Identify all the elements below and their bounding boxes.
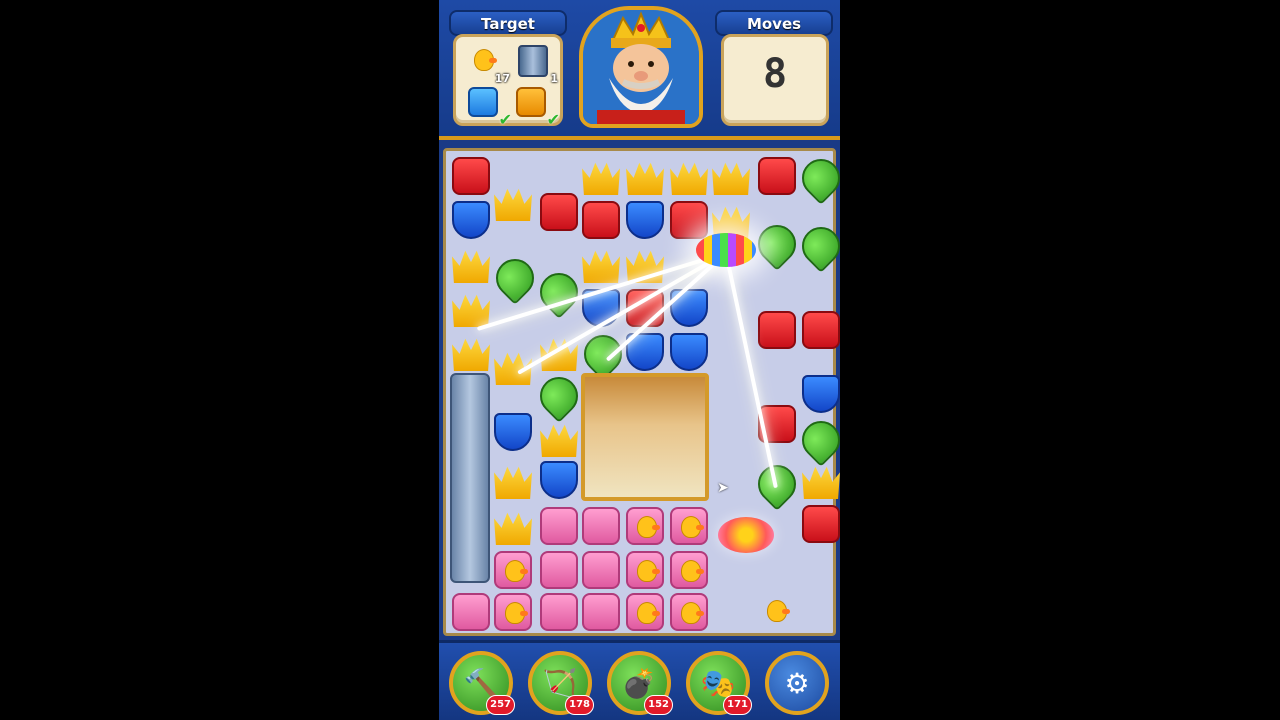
green-leaf[interactable] bbox=[794, 413, 840, 467]
pink-tile[interactable] bbox=[670, 551, 708, 589]
blue-shield[interactable] bbox=[802, 375, 840, 413]
duck-icon bbox=[767, 600, 790, 622]
booster-count-badge: 152 bbox=[644, 695, 673, 715]
goal-blue-tile: ✔ bbox=[466, 87, 512, 129]
goal-orange-tile: ✔ bbox=[514, 87, 560, 129]
goal-pipe-count: 1 bbox=[550, 72, 558, 85]
green-leaf[interactable] bbox=[488, 251, 542, 305]
hammer-booster-button[interactable]: 🔨 257 bbox=[449, 651, 515, 715]
pink-tile[interactable] bbox=[582, 593, 620, 631]
yellow-crown[interactable] bbox=[494, 188, 532, 221]
yellow-crown[interactable] bbox=[452, 250, 490, 283]
blue-shield[interactable] bbox=[670, 333, 708, 371]
propeller-powerup[interactable] bbox=[718, 517, 774, 553]
pink-tile[interactable] bbox=[670, 593, 708, 631]
green-leaf[interactable] bbox=[532, 369, 586, 423]
yellow-crown[interactable] bbox=[540, 424, 578, 457]
booster-count-badge: 171 bbox=[723, 695, 752, 715]
red-block[interactable] bbox=[582, 201, 620, 239]
yellow-crown[interactable] bbox=[452, 294, 490, 327]
pipe-icon bbox=[518, 45, 548, 77]
duck-icon bbox=[637, 602, 660, 624]
game-board[interactable] bbox=[443, 148, 840, 636]
green-leaf[interactable] bbox=[750, 217, 804, 271]
goal-pipe: 1 bbox=[514, 45, 558, 85]
red-block[interactable] bbox=[758, 311, 796, 349]
yellow-crown[interactable] bbox=[452, 338, 490, 371]
loose-duck[interactable] bbox=[758, 593, 796, 631]
pink-tile[interactable] bbox=[582, 551, 620, 589]
booster-bar: 🔨 257 🏹 178 💣 152 🎭 171 ⚙ bbox=[439, 640, 840, 720]
target-panel: 17 1 ✔ ✔ bbox=[453, 34, 563, 129]
red-block[interactable] bbox=[540, 193, 578, 231]
pink-tile[interactable] bbox=[494, 551, 532, 589]
yellow-crown[interactable] bbox=[582, 162, 620, 195]
king-icon bbox=[583, 10, 699, 124]
yellow-crown[interactable] bbox=[582, 250, 620, 283]
pink-tile[interactable] bbox=[540, 593, 578, 631]
red-block[interactable] bbox=[670, 201, 708, 239]
target-label: Target bbox=[449, 10, 567, 36]
top-hud: Target 17 1 ✔ ✔ Moves 8 bbox=[439, 0, 840, 140]
pink-tile[interactable] bbox=[494, 593, 532, 631]
pink-tile[interactable] bbox=[540, 551, 578, 589]
pink-tile[interactable] bbox=[540, 507, 578, 545]
duck-icon bbox=[505, 602, 528, 624]
jester-booster-button[interactable]: 🎭 171 bbox=[686, 651, 752, 715]
light-beam bbox=[724, 252, 778, 489]
green-leaf[interactable] bbox=[794, 219, 840, 273]
check-icon: ✔ bbox=[498, 110, 512, 129]
moves-counter: 8 bbox=[762, 51, 788, 97]
goal-duck-count: 17 bbox=[494, 72, 510, 85]
yellow-crown[interactable] bbox=[494, 466, 532, 499]
blue-tile-icon bbox=[468, 87, 498, 117]
duck-icon bbox=[681, 602, 704, 624]
cannon-booster-button[interactable]: 💣 152 bbox=[607, 651, 673, 715]
duck-icon bbox=[505, 560, 528, 582]
orange-tile-icon bbox=[516, 87, 546, 117]
metal-pipe-obstacle bbox=[450, 373, 490, 583]
red-block[interactable] bbox=[802, 505, 840, 543]
arrow-booster-button[interactable]: 🏹 178 bbox=[528, 651, 594, 715]
red-block[interactable] bbox=[758, 157, 796, 195]
gear-icon: ⚙ bbox=[784, 666, 810, 700]
moves-label: Moves bbox=[715, 10, 833, 36]
yellow-crown[interactable] bbox=[494, 512, 532, 545]
pink-tile[interactable] bbox=[626, 551, 664, 589]
booster-count-badge: 178 bbox=[565, 695, 594, 715]
yellow-crown[interactable] bbox=[802, 466, 840, 499]
duck-icon bbox=[637, 560, 660, 582]
blue-shield[interactable] bbox=[494, 413, 532, 451]
yellow-crown[interactable] bbox=[670, 162, 708, 195]
wooden-crate-obstacle bbox=[581, 373, 709, 501]
yellow-crown[interactable] bbox=[712, 162, 750, 195]
duck-icon bbox=[681, 516, 704, 538]
pink-tile[interactable] bbox=[452, 593, 490, 631]
pink-tile[interactable] bbox=[626, 593, 664, 631]
disco-ball-powerup[interactable] bbox=[696, 233, 756, 267]
king-portrait bbox=[579, 6, 703, 128]
blue-shield[interactable] bbox=[626, 201, 664, 239]
green-leaf[interactable] bbox=[794, 151, 840, 205]
settings-button[interactable]: ⚙ bbox=[765, 651, 829, 715]
pink-tile[interactable] bbox=[626, 507, 664, 545]
game-screen: Target 17 1 ✔ ✔ Moves 8 ➤ 🔨 257 🏹 178 💣 … bbox=[439, 0, 840, 720]
check-icon: ✔ bbox=[546, 110, 560, 129]
yellow-crown[interactable] bbox=[626, 162, 664, 195]
blue-shield[interactable] bbox=[540, 461, 578, 499]
moves-panel: 8 bbox=[721, 34, 829, 126]
goal-duck: 17 bbox=[466, 45, 510, 85]
mouse-cursor-icon: ➤ bbox=[717, 480, 729, 496]
red-block[interactable] bbox=[452, 157, 490, 195]
pink-tile[interactable] bbox=[670, 507, 708, 545]
booster-count-badge: 257 bbox=[486, 695, 515, 715]
duck-icon bbox=[681, 560, 704, 582]
pink-tile[interactable] bbox=[582, 507, 620, 545]
red-block[interactable] bbox=[802, 311, 840, 349]
blue-shield[interactable] bbox=[452, 201, 490, 239]
duck-icon bbox=[637, 516, 660, 538]
